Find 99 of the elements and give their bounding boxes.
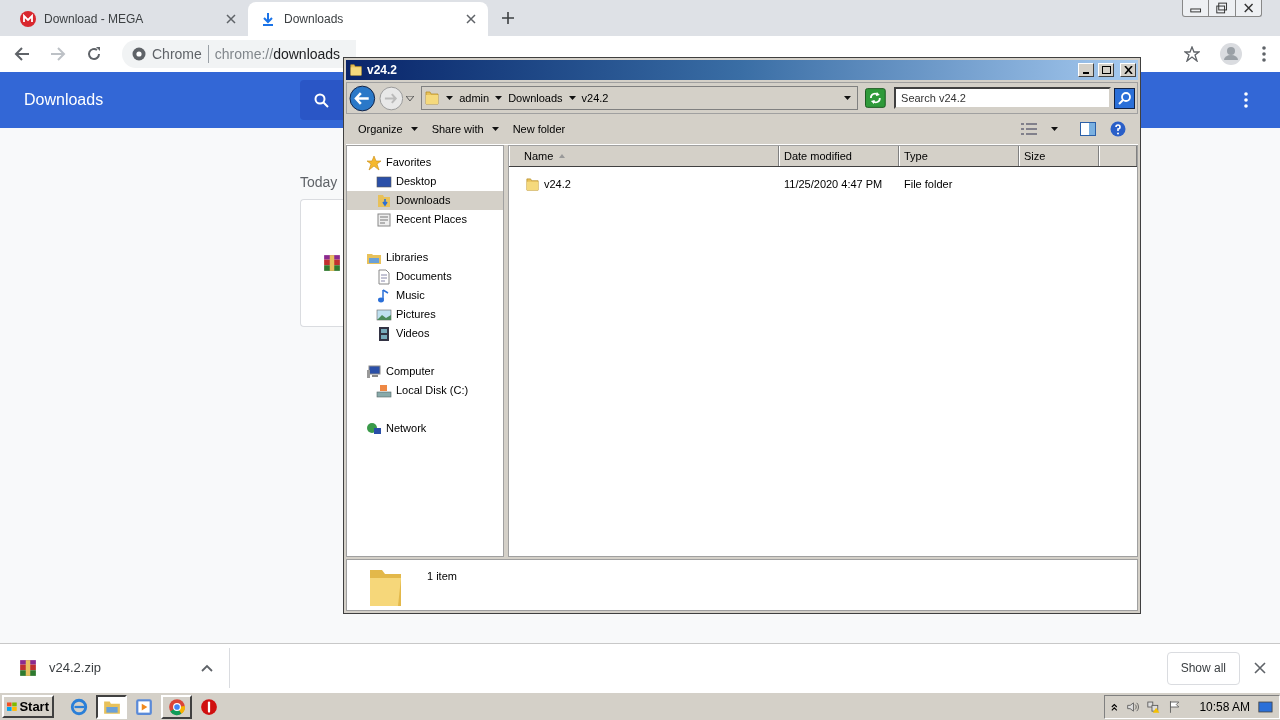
view-list-icon[interactable] xyxy=(1021,123,1037,135)
nav-group[interactable]: Favorites xyxy=(347,153,503,172)
nav-item[interactable]: Recent Places xyxy=(347,210,503,229)
archive-icon xyxy=(19,659,37,677)
download-item[interactable]: v24.2.zip xyxy=(0,648,230,688)
url-text: chrome://downloads xyxy=(214,44,341,64)
type-cell-text: File folder xyxy=(903,176,954,192)
clock: 10:58 AM xyxy=(1199,698,1251,716)
toolbar-button[interactable]: Share with xyxy=(431,118,499,140)
column-header[interactable]: Name xyxy=(509,146,779,166)
nav-group[interactable]: Network xyxy=(347,419,503,438)
star-icon xyxy=(366,154,382,171)
disk-icon xyxy=(376,382,392,399)
breadcrumb-bar[interactable]: admin Downloads v24.2 xyxy=(421,86,859,110)
document-icon xyxy=(376,268,392,285)
network-warning-icon[interactable] xyxy=(1146,698,1161,715)
page-title: Downloads xyxy=(24,90,105,110)
nav-group[interactable]: Computer xyxy=(347,362,503,381)
search-icon xyxy=(1117,91,1132,105)
taskbar-app[interactable] xyxy=(96,694,127,719)
stop-icon xyxy=(200,697,218,716)
close-icon[interactable] xyxy=(466,14,476,24)
close-icon xyxy=(1123,66,1133,74)
close-icon[interactable] xyxy=(1254,662,1266,674)
reload-icon[interactable] xyxy=(86,46,102,62)
folder-icon xyxy=(349,63,363,77)
start-button[interactable]: Start xyxy=(2,695,54,718)
dropdown-caret-icon xyxy=(844,96,852,100)
chevron-up-icon[interactable] xyxy=(1111,701,1118,712)
picture-icon xyxy=(376,306,392,323)
show-desktop-icon[interactable] xyxy=(1258,698,1273,715)
breadcrumb-caret-icon xyxy=(446,96,454,100)
nav-item[interactable]: Videos xyxy=(347,324,503,343)
back-icon[interactable] xyxy=(14,46,30,62)
toolbar-button[interactable]: Organize xyxy=(358,118,418,140)
player-icon xyxy=(135,697,153,716)
browser-tab[interactable]: Downloads xyxy=(248,2,488,36)
more-icon[interactable] xyxy=(1244,92,1248,108)
item-count: 1 item xyxy=(427,569,457,584)
tab-title: Downloads xyxy=(284,11,345,28)
address-bar[interactable]: Chrome chrome://downloads xyxy=(122,40,356,68)
close-button[interactable] xyxy=(1120,63,1136,77)
nav-item[interactable]: Music xyxy=(347,286,503,305)
toolbar-button[interactable]: New folder xyxy=(512,118,566,140)
nav-item[interactable]: Documents xyxy=(347,267,503,286)
tab-title: Download - MEGA xyxy=(44,11,145,28)
refresh-icon[interactable] xyxy=(865,88,887,108)
caret-icon[interactable] xyxy=(406,95,415,101)
column-header[interactable]: Date modified xyxy=(779,146,899,166)
nav-item[interactable]: Downloads xyxy=(347,191,503,210)
breadcrumb-item[interactable]: admin xyxy=(459,89,490,107)
archive-icon xyxy=(323,254,341,272)
sort-arrow-icon xyxy=(559,154,566,158)
windows-logo-icon xyxy=(7,699,18,714)
section-date: Today xyxy=(300,173,338,191)
breadcrumb-item[interactable]: v24.2 xyxy=(581,89,609,107)
folder-icon xyxy=(525,176,540,192)
profile-icon[interactable] xyxy=(1220,43,1242,65)
window-title: v24.2 xyxy=(367,62,399,79)
nav-group[interactable]: Libraries xyxy=(347,248,503,267)
search-button[interactable] xyxy=(1114,87,1135,109)
show-all-button[interactable]: Show all xyxy=(1166,651,1240,685)
chevron-up-icon[interactable] xyxy=(201,664,213,672)
file-name: v24.2.zip xyxy=(49,659,103,678)
browser-icon xyxy=(70,697,88,716)
breadcrumb-item[interactable]: Downloads xyxy=(508,89,563,107)
network-icon xyxy=(366,420,382,437)
nav-item[interactable]: Local Disk (C:) xyxy=(347,381,503,400)
site-label: Chrome xyxy=(152,44,202,64)
folder-icon xyxy=(424,90,441,106)
file-row[interactable]: v24.2 11/25/2020 4:47 PM File folder xyxy=(509,174,1137,194)
breadcrumb-caret-icon xyxy=(568,96,576,100)
m-logo-icon xyxy=(20,11,36,27)
desktop-icon xyxy=(376,173,392,190)
download-icon xyxy=(260,11,276,27)
maximize-icon xyxy=(1101,66,1111,74)
search-field[interactable]: Search v24.2 xyxy=(894,87,1112,109)
file-name: v24.2 xyxy=(544,176,571,192)
star-icon[interactable] xyxy=(1184,46,1200,62)
menu-icon[interactable] xyxy=(1262,46,1266,62)
back-icon[interactable] xyxy=(349,84,376,112)
video-icon xyxy=(376,325,392,342)
search-icon xyxy=(314,92,329,108)
date-cell-text: 11/25/2020 4:47 PM xyxy=(783,176,884,192)
minimize-button[interactable] xyxy=(1078,63,1094,77)
nav-item[interactable]: Pictures xyxy=(347,305,503,324)
breadcrumb-caret-icon xyxy=(495,96,503,100)
downloads-icon xyxy=(376,192,392,209)
column-header[interactable]: Size xyxy=(1019,146,1099,166)
flag-icon[interactable] xyxy=(1168,698,1182,715)
close-icon[interactable] xyxy=(226,14,236,24)
maximize-button[interactable] xyxy=(1098,63,1114,77)
new-tab-icon[interactable] xyxy=(502,12,514,24)
column-header[interactable]: Type xyxy=(899,146,1019,166)
nav-item[interactable]: Desktop xyxy=(347,172,503,191)
column-header xyxy=(1099,146,1137,166)
help-icon[interactable] xyxy=(1110,121,1126,137)
computer-icon xyxy=(366,363,382,380)
preview-pane-icon[interactable] xyxy=(1080,122,1096,136)
